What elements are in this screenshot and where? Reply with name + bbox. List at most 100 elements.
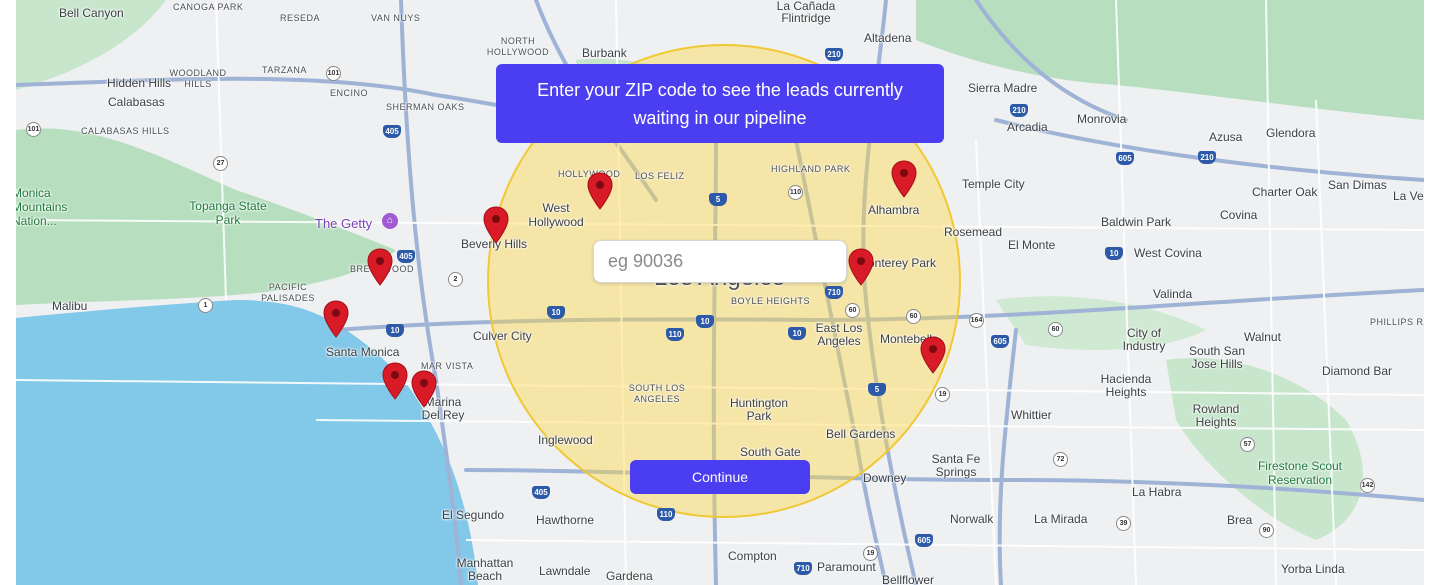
map-label: Firestone Scout Reservation (1257, 459, 1343, 487)
map-label: BOYLE HEIGHTS (731, 296, 811, 306)
map-label: Hacienda Heights (1100, 372, 1152, 399)
map-label: TARZANA (262, 65, 307, 75)
map-label: Arcadia (1007, 120, 1048, 134)
pin-marker-icon (848, 248, 874, 286)
us-route-shield: 101 (26, 122, 41, 137)
map-label: West Hollywood (528, 201, 584, 229)
pin-marker-icon (323, 300, 349, 338)
zip-prompt-banner: Enter your ZIP code to see the leads cur… (496, 64, 944, 143)
state-route-shield: 39 (1116, 516, 1131, 531)
map-label: West Covina (1134, 246, 1202, 260)
lead-pin[interactable] (367, 248, 393, 286)
map-label: Temple City (962, 177, 1025, 191)
state-route-shield: 60 (845, 303, 860, 318)
map-label: Bell Gardens (826, 427, 896, 441)
interstate-shield: 210 (825, 48, 843, 61)
poi-the-getty[interactable]: The Getty (315, 217, 372, 230)
interstate-shield: 605 (915, 534, 933, 547)
interstate-shield: 405 (397, 250, 415, 263)
map-label: City of Industry (1122, 326, 1166, 353)
map-label: Azusa (1209, 130, 1243, 144)
map-label: Rosemead (944, 225, 1003, 239)
map-label: Hidden Hills (107, 76, 172, 90)
map-label: La Cañada Flintridge (776, 0, 836, 25)
lead-pin[interactable] (382, 362, 408, 400)
map-label: NORTH HOLLYWOOD (486, 36, 550, 57)
pin-marker-icon (367, 248, 393, 286)
interstate-shield: 110 (666, 328, 684, 341)
map-label: Valinda (1153, 287, 1193, 301)
pin-marker-icon (483, 206, 509, 244)
map-label: Monica Mountains Nation... (16, 186, 68, 228)
state-route-shield: 60 (1048, 322, 1063, 337)
state-route-shield: 110 (788, 185, 803, 200)
interstate-shield: 10 (1105, 247, 1123, 260)
map-label: Malibu (52, 299, 88, 313)
lead-pin[interactable] (483, 206, 509, 244)
map-label: Hawthorne (536, 513, 595, 527)
map-label: Altadena (864, 31, 912, 45)
pin-marker-icon (920, 336, 946, 374)
map-label: Manhattan Beach (456, 556, 514, 583)
map-label: Walnut (1244, 330, 1281, 344)
interstate-shield: 710 (825, 286, 843, 299)
map-label: PHILLIPS RA (1370, 317, 1424, 327)
san-gabriel-mountains (916, 0, 1424, 120)
map-label: Charter Oak (1252, 185, 1318, 199)
state-route-shield: 19 (935, 387, 950, 402)
map-label: San Dimas (1328, 178, 1387, 192)
lead-pin[interactable] (411, 370, 437, 408)
state-route-shield: 57 (1240, 437, 1255, 452)
lead-pin[interactable] (891, 160, 917, 198)
interstate-shield: 210 (1198, 151, 1216, 164)
pin-marker-icon (587, 172, 613, 210)
interstate-shield: 405 (532, 486, 550, 499)
map-label: Topanga State Park (189, 199, 267, 227)
interstate-shield: 10 (788, 327, 806, 340)
state-route-shield: 142 (1360, 478, 1375, 493)
lead-pin[interactable] (848, 248, 874, 286)
lead-pin[interactable] (323, 300, 349, 338)
map-label: Covina (1220, 208, 1258, 222)
map-label: El Monte (1008, 238, 1056, 252)
map-label: South San Jose Hills (1188, 344, 1246, 371)
map-label: Gardena (606, 569, 653, 583)
lead-pin[interactable] (920, 336, 946, 374)
map-label: Culver City (473, 329, 532, 343)
map-label: ENCINO (330, 88, 369, 98)
interstate-shield: 10 (547, 306, 565, 319)
pacific-ocean (16, 300, 478, 585)
us-route-shield: 101 (326, 66, 341, 81)
state-route-shield: 19 (863, 546, 878, 561)
interstate-shield: 5 (868, 383, 886, 396)
continue-button[interactable]: Continue (630, 460, 810, 494)
pin-marker-icon (891, 160, 917, 198)
map-label: Bell Canyon (59, 6, 124, 20)
interstate-shield: 5 (709, 193, 727, 206)
map-label: Glendora (1266, 126, 1316, 140)
map-label: RESEDA (280, 13, 321, 23)
state-route-shield: 27 (213, 156, 228, 171)
map-label: LOS FELIZ (635, 171, 685, 181)
map-label: CALABASAS HILLS (81, 126, 170, 136)
map-label: Baldwin Park (1101, 215, 1172, 229)
map-label: Bellflower (882, 573, 935, 585)
interstate-shield: 110 (657, 508, 675, 521)
state-route-shield: 72 (1053, 452, 1068, 467)
prompt-line-2: waiting in our pipeline (633, 107, 807, 128)
map-label: WOODLAND HILLS (169, 68, 227, 89)
map-label: South Gate (740, 445, 801, 459)
map-label: Santa Fe Springs (931, 452, 981, 479)
pin-marker-icon (382, 362, 408, 400)
interstate-shield: 210 (1010, 104, 1028, 117)
map-label: Paramount (817, 560, 876, 574)
state-route-shield: 90 (1259, 523, 1274, 538)
state-route-shield: 1 (198, 298, 213, 313)
map-label: Diamond Bar (1322, 364, 1393, 378)
map-label: East Los Angeles (815, 321, 863, 348)
state-route-shield: 2 (448, 272, 463, 287)
lead-pin[interactable] (587, 172, 613, 210)
zip-code-input[interactable] (593, 240, 847, 283)
map-label: Huntington Park (729, 396, 789, 423)
state-route-shield: 164 (969, 313, 984, 328)
